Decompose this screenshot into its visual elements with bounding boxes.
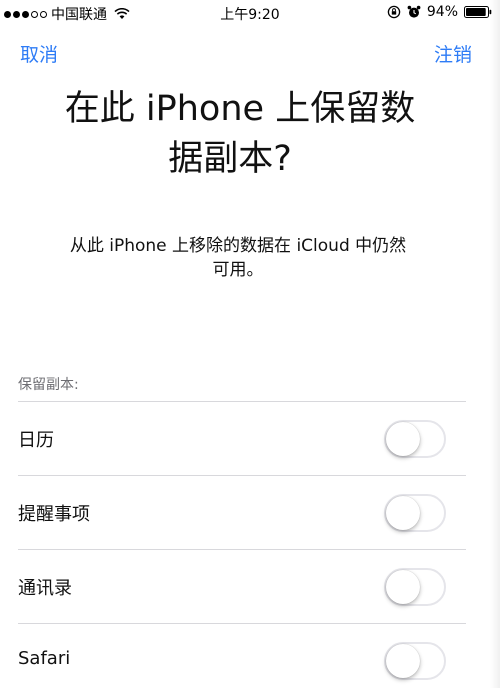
contacts-toggle[interactable]: [384, 568, 446, 606]
sign-out-button[interactable]: 注销: [434, 40, 472, 67]
list-item-calendar: 日历: [0, 402, 500, 476]
toggle-knob: [386, 496, 420, 530]
list-item-label: 日历: [18, 430, 54, 451]
list-item-label: 通讯录: [18, 578, 72, 599]
page-title-line: 据副本?: [168, 139, 292, 179]
cancel-button[interactable]: 取消: [20, 40, 58, 67]
list-item-label: 提醒事项: [18, 504, 90, 525]
safari-toggle[interactable]: [384, 642, 446, 680]
toggle-knob: [386, 644, 420, 678]
rotation-lock-icon: [387, 5, 401, 19]
alarm-clock-icon: [407, 5, 421, 19]
keep-copy-list: 日历 提醒事项 通讯录 Safari: [0, 402, 500, 688]
section-header: 保留副本:: [18, 377, 79, 393]
screen: 中国联通 上午9:20 94% 取消 注销 在此 iPhone 上保留数 据副本…: [0, 0, 500, 688]
status-bar: 中国联通 上午9:20 94%: [0, 0, 500, 28]
edge-shadow: [490, 0, 500, 688]
page-description: 从此 iPhone 上移除的数据在 iCloud 中仍然 可用。: [18, 234, 458, 282]
calendar-toggle[interactable]: [384, 420, 446, 458]
list-item-reminders: 提醒事项: [0, 476, 500, 550]
reminders-toggle[interactable]: [384, 494, 446, 532]
description-line: 可用。: [212, 260, 264, 280]
battery-icon: [464, 6, 492, 18]
toggle-knob: [386, 570, 420, 604]
list-item-label: Safari: [18, 648, 71, 669]
status-right: 94%: [387, 4, 492, 20]
page-title-line: 在此 iPhone 上保留数: [64, 89, 416, 129]
toggle-knob: [386, 422, 420, 456]
list-item-safari: Safari: [0, 624, 500, 688]
description-line: 从此 iPhone 上移除的数据在 iCloud 中仍然: [69, 236, 407, 256]
list-item-contacts: 通讯录: [0, 550, 500, 624]
page-title: 在此 iPhone 上保留数 据副本?: [20, 84, 460, 184]
battery-percent: 94%: [426, 4, 458, 20]
